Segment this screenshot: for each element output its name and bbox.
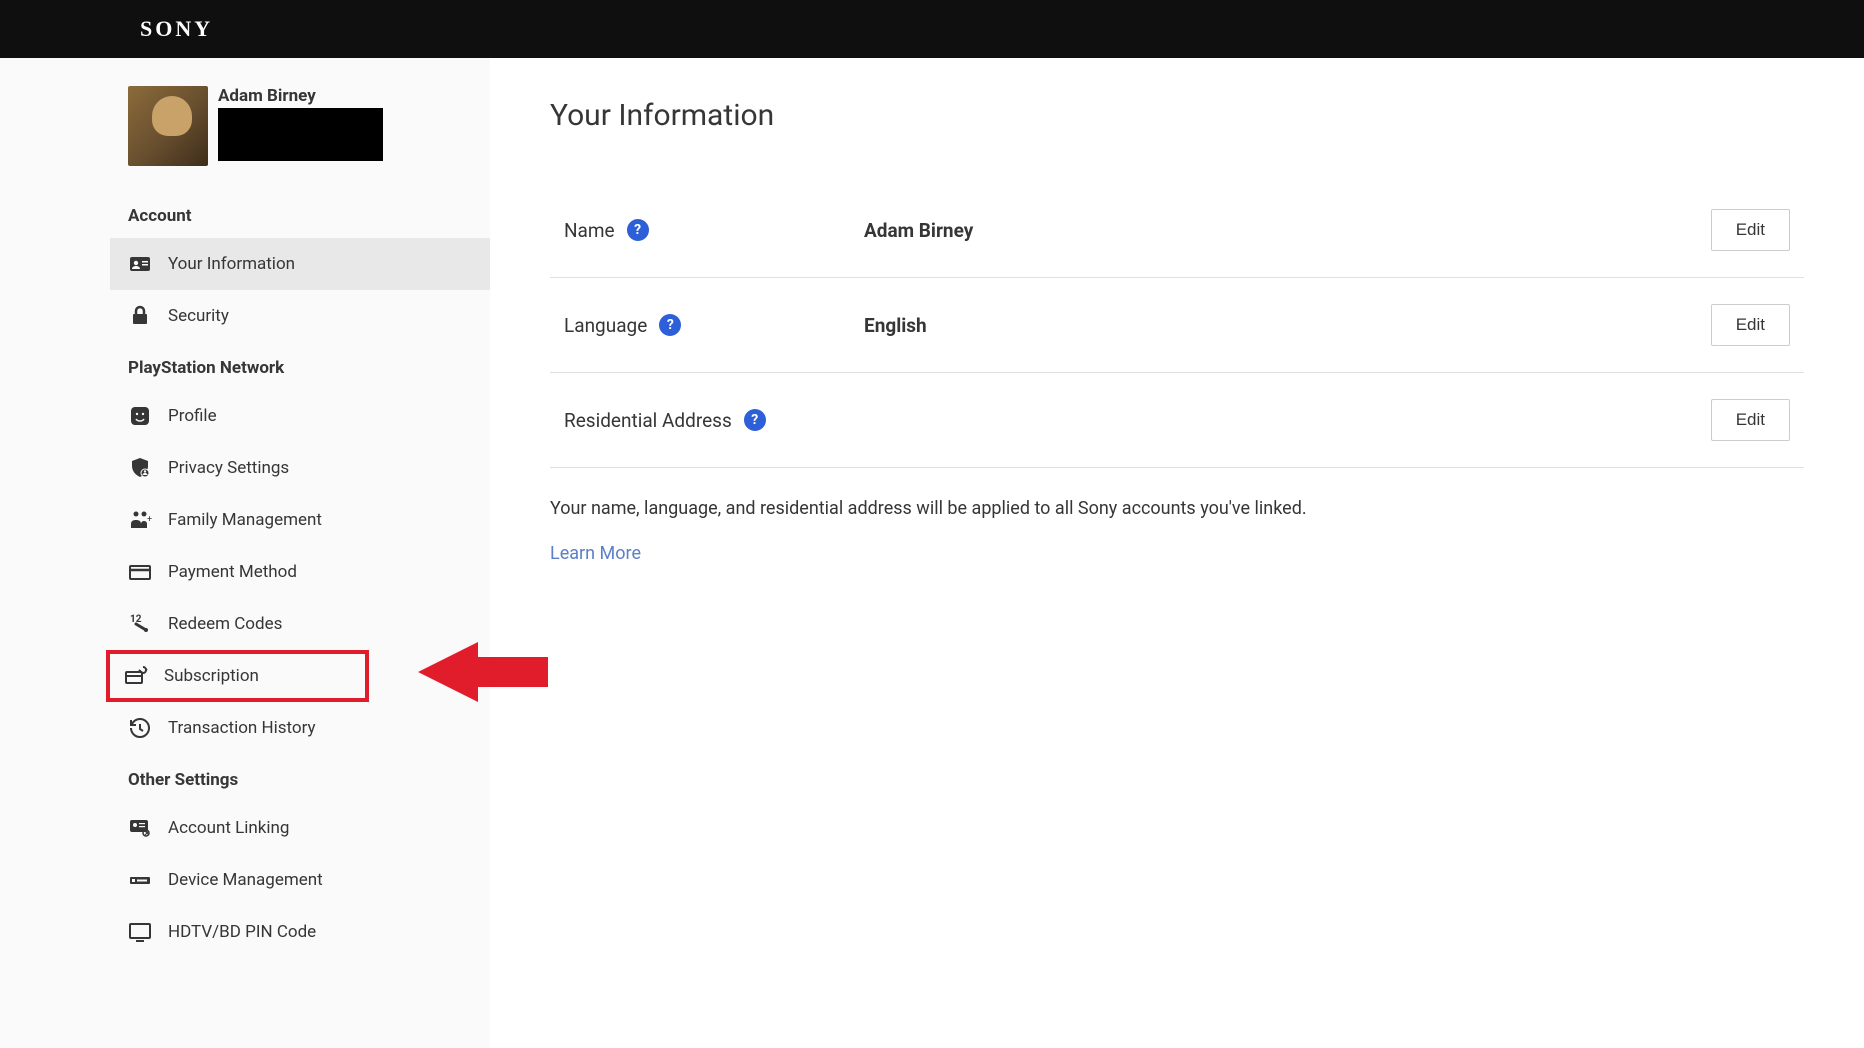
sidebar-item-label: Payment Method: [168, 562, 297, 582]
profile-name: Adam Birney: [218, 86, 383, 106]
sidebar-item-label: Account Linking: [168, 818, 289, 838]
sidebar-item-device-management[interactable]: Device Management: [110, 854, 490, 906]
edit-button-address[interactable]: Edit: [1711, 399, 1790, 441]
info-row-name: Name ? Adam Birney Edit: [550, 183, 1804, 278]
sidebar-item-profile[interactable]: Profile: [110, 390, 490, 442]
sidebar-item-security[interactable]: Security: [110, 290, 490, 342]
sidebar-item-transaction-history[interactable]: Transaction History: [110, 702, 490, 754]
sidebar-item-label: Subscription: [164, 666, 259, 686]
sidebar-item-label: Redeem Codes: [168, 614, 282, 634]
svg-text:+: +: [147, 515, 152, 525]
info-row-language: Language ? English Edit: [550, 278, 1804, 373]
info-label: Residential Address: [564, 409, 732, 432]
learn-more-link[interactable]: Learn More: [550, 543, 641, 564]
sidebar-item-label: Family Management: [168, 510, 322, 530]
avatar: [128, 86, 208, 166]
id-card-icon: [128, 252, 152, 276]
help-icon[interactable]: ?: [744, 409, 766, 431]
device-icon: [128, 868, 152, 892]
info-note: Your name, language, and residential add…: [550, 498, 1804, 519]
sidebar-item-label: Security: [168, 306, 229, 326]
redacted-block: [218, 108, 383, 161]
shield-user-icon: [128, 456, 152, 480]
info-row-address: Residential Address ? Edit: [550, 373, 1804, 468]
tv-icon: [128, 920, 152, 944]
profile-block: Adam Birney: [128, 86, 490, 166]
history-icon: [128, 716, 152, 740]
sidebar-item-subscription[interactable]: Subscription: [106, 650, 369, 702]
header-bar: SONY: [0, 0, 1864, 58]
info-label: Name: [564, 219, 615, 242]
help-icon[interactable]: ?: [627, 219, 649, 241]
redeem-icon: 12: [128, 612, 152, 636]
sidebar-item-account-linking[interactable]: Account Linking: [110, 802, 490, 854]
page-title: Your Information: [550, 98, 1804, 133]
info-value: English: [864, 314, 1711, 337]
sidebar-item-hdtv-pin[interactable]: HDTV/BD PIN Code: [110, 906, 490, 958]
sidebar-item-label: Profile: [168, 406, 217, 426]
lock-icon: [128, 304, 152, 328]
sidebar-item-label: Device Management: [168, 870, 323, 890]
profile-icon: [128, 404, 152, 428]
link-icon: [128, 816, 152, 840]
sidebar-item-family-management[interactable]: + Family Management: [110, 494, 490, 546]
sidebar-item-label: HDTV/BD PIN Code: [168, 922, 316, 942]
family-icon: +: [128, 508, 152, 532]
section-heading-other: Other Settings: [128, 770, 490, 790]
sidebar-item-your-information[interactable]: Your Information: [110, 238, 490, 290]
sidebar-item-redeem-codes[interactable]: 12 Redeem Codes: [110, 598, 490, 650]
sidebar: Adam Birney Account Your Information Sec…: [0, 58, 490, 1048]
subscription-icon: [124, 664, 148, 688]
main-content: Your Information Name ? Adam Birney Edit…: [490, 58, 1864, 1048]
section-heading-account: Account: [128, 206, 490, 226]
sidebar-item-label: Transaction History: [168, 718, 316, 738]
credit-card-icon: [128, 560, 152, 584]
sidebar-item-label: Privacy Settings: [168, 458, 289, 478]
sidebar-item-privacy-settings[interactable]: Privacy Settings: [110, 442, 490, 494]
info-value: Adam Birney: [864, 219, 1711, 242]
sony-logo: SONY: [140, 16, 213, 42]
section-heading-psn: PlayStation Network: [128, 358, 490, 378]
sidebar-item-label: Your Information: [168, 254, 295, 274]
sidebar-item-payment-method[interactable]: Payment Method: [110, 546, 490, 598]
edit-button-name[interactable]: Edit: [1711, 209, 1790, 251]
edit-button-language[interactable]: Edit: [1711, 304, 1790, 346]
help-icon[interactable]: ?: [659, 314, 681, 336]
info-label: Language: [564, 314, 647, 337]
